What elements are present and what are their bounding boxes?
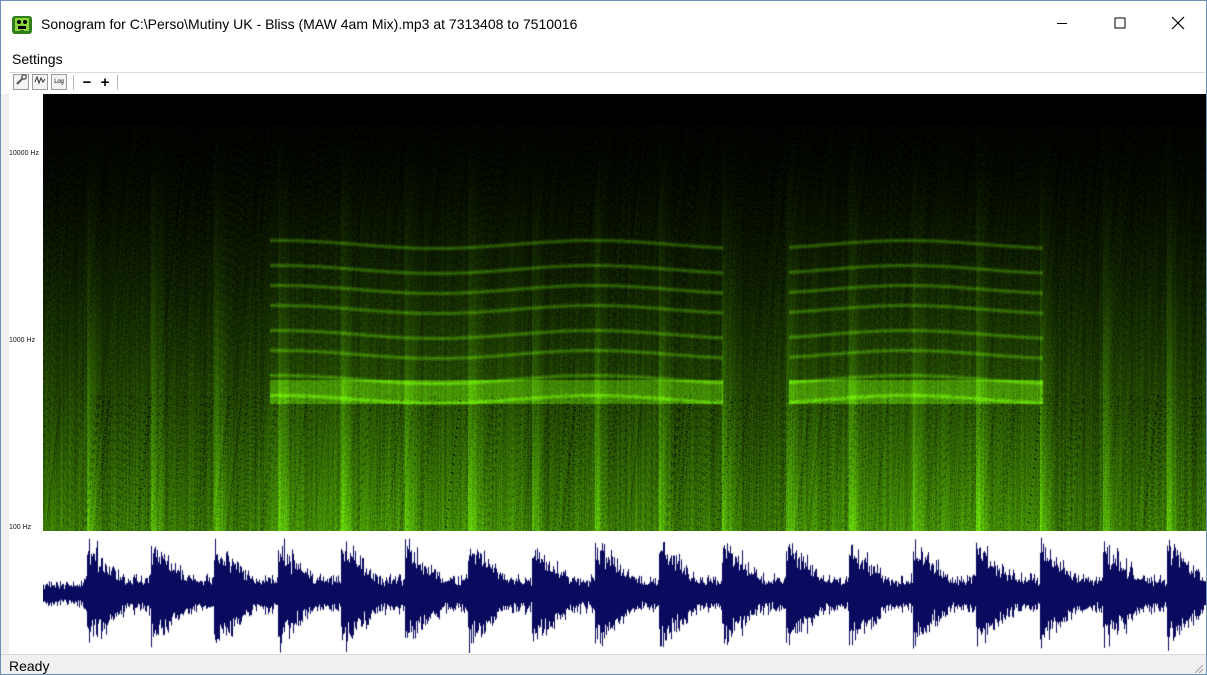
sine-wave-icon [34,73,46,91]
log-scale-button[interactable]: Log [51,74,67,90]
frequency-axis: 10000 Hz 1000 Hz 100 Hz [9,94,43,531]
app-figure-icon [11,15,33,35]
status-text: Ready [9,658,50,674]
left-frame [1,94,9,654]
close-button[interactable] [1149,1,1206,49]
toolbar: Log − + [9,72,1205,93]
title-bar[interactable]: Sonogram for C:\Perso\Mutiny UK - Bliss … [1,1,1206,49]
toolbar-separator [117,75,118,90]
maximize-icon [1114,16,1126,34]
waveform-toggle-button[interactable] [32,74,48,90]
status-bar: Ready [1,654,1206,674]
minimize-button[interactable] [1033,1,1091,49]
waveform-canvas[interactable] [43,531,1206,653]
minimize-icon [1056,16,1068,34]
zoom-out-button[interactable]: − [79,73,95,91]
spectrogram-canvas[interactable] [43,94,1206,531]
wrench-button[interactable] [13,74,29,90]
window-title: Sonogram for C:\Perso\Mutiny UK - Bliss … [41,16,578,32]
maximize-button[interactable] [1091,1,1149,49]
sonogram-window: Sonogram for C:\Perso\Mutiny UK - Bliss … [0,0,1207,675]
log-label: Log [54,79,64,85]
axis-label-1000: 1000 Hz [9,337,36,344]
axis-label-100: 100 Hz [9,524,32,531]
menu-bar: Settings [1,49,1206,71]
toolbar-separator [73,75,74,90]
close-icon [1171,16,1185,35]
zoom-in-button[interactable]: + [97,73,113,91]
waveform-area [9,531,1206,653]
menu-settings[interactable]: Settings [12,51,63,67]
axis-label-10000: 10000 Hz [9,150,39,157]
resize-grip-icon[interactable] [1192,661,1204,674]
wrench-icon [15,73,27,91]
